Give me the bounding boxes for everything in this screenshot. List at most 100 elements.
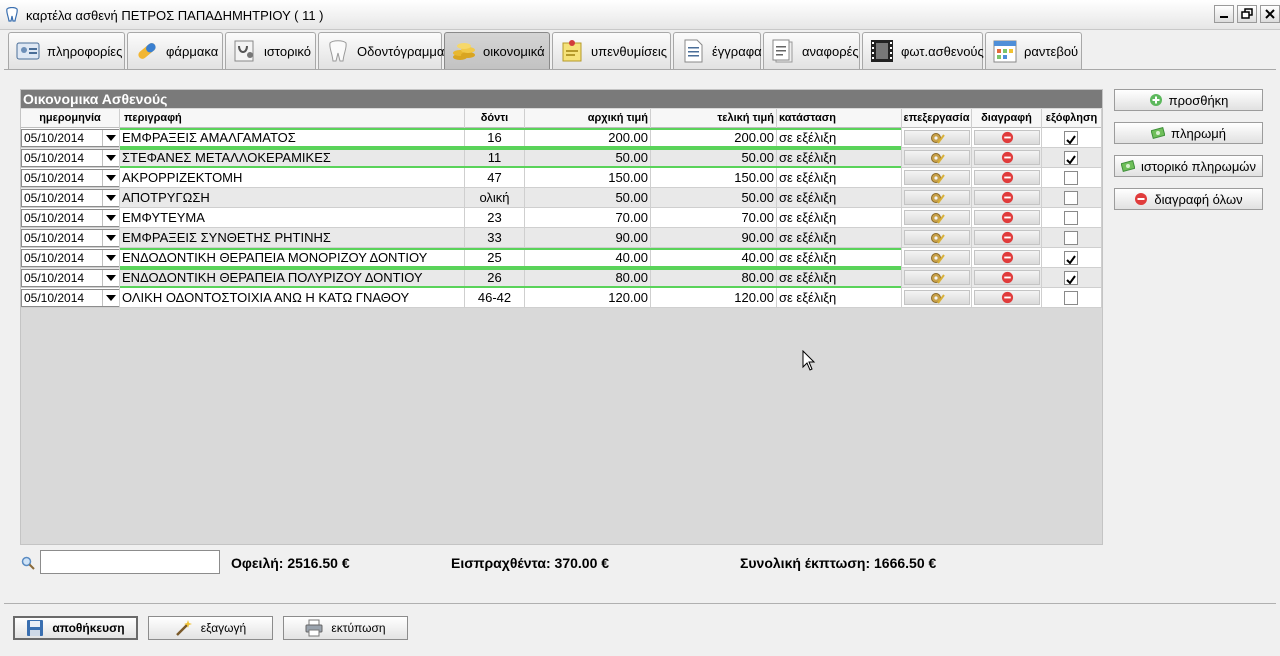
tab-medications[interactable]: φάρμακα [127,32,223,69]
tab-history[interactable]: ιστορικό [225,32,316,69]
close-button[interactable] [1260,5,1280,23]
add-button[interactable]: προσθήκη [1114,89,1263,111]
date-dropdown-button[interactable] [102,250,119,266]
col-description-header[interactable]: περιγραφή [120,109,465,128]
tab-appointments-label: ραντεβού [1024,43,1079,59]
date-dropdown-button[interactable] [102,170,119,186]
table-row[interactable]: 05/10/2014 ΕΜΦΡΑΞΕΙΣ ΣΥΝΘΕΤΗΣ ΡΗΤΙΝΗΣ 33 90… [21,228,1102,248]
paid-checkbox[interactable] [1064,191,1078,205]
edit-button[interactable] [904,150,970,165]
date-dropdown-button[interactable] [102,270,119,286]
date-dropdown-button[interactable] [102,230,119,246]
date-picker[interactable]: 05/10/2014 [21,189,119,207]
edit-button[interactable] [904,250,970,265]
table-row[interactable]: 05/10/2014 ΕΜΦΡΑΞΕΙΣ ΑΜΑΛΓΑΜΑΤΟΣ 16 200.00 2… [21,128,1102,148]
date-dropdown-button[interactable] [102,290,119,306]
edit-button[interactable] [904,230,970,245]
tab-financial[interactable]: οικονομικά [444,32,550,69]
col-paid-header[interactable]: εξόφληση [1042,109,1102,128]
paid-checkbox[interactable] [1064,131,1078,145]
edit-button[interactable] [904,130,970,145]
print-button-label: εκτύπωση [331,621,386,635]
tab-reminders[interactable]: υπενθυμίσεις [552,32,671,69]
export-button[interactable]: εξαγωγή [148,616,273,640]
table-row[interactable]: 05/10/2014 ΕΝΔΟΔΟΝΤΙΚΗ ΘΕΡΑΠΕΙΑ ΠΟΛΥΡΙΖΟΥ… [21,268,1102,288]
restore-button[interactable] [1237,5,1257,23]
col-date-header[interactable]: ημερομηνία [21,109,120,128]
date-dropdown-button[interactable] [102,210,119,226]
paid-checkbox[interactable] [1064,291,1078,305]
paid-cell [1042,228,1102,248]
date-picker[interactable]: 05/10/2014 [21,169,119,187]
minimize-button[interactable] [1214,5,1234,23]
table-row[interactable]: 05/10/2014 ΕΝΔΟΔΟΝΤΙΚΗ ΘΕΡΑΠΕΙΑ ΜΟΝΟΡΙΖΟΥ… [21,248,1102,268]
date-picker[interactable]: 05/10/2014 [21,269,119,287]
note-pin-icon [562,40,582,62]
date-picker[interactable]: 05/10/2014 [21,229,119,247]
delete-row-button[interactable] [974,150,1040,165]
tab-appointments[interactable]: ραντεβού [985,32,1082,69]
initial-price-cell: 90.00 [525,228,651,248]
delete-row-button[interactable] [974,250,1040,265]
tab-patient-photos[interactable]: φωτ.ασθενούς [862,32,984,69]
tab-odontogram[interactable]: Οδοντόγραμμα [318,32,444,69]
delete-row-button[interactable] [974,170,1040,185]
initial-price-cell: 50.00 [525,188,651,208]
paid-checkbox[interactable] [1064,171,1078,185]
col-status-header[interactable]: κατάσταση [777,109,902,128]
edit-button[interactable] [904,290,970,305]
date-picker[interactable]: 05/10/2014 [21,129,119,147]
table-row[interactable]: 05/10/2014 ΟΛΙΚΗ ΟΔΟΝΤΟΣΤΟΙΧΙΑ ΑΝΩ Η ΚΑΤΩ… [21,288,1102,308]
col-initial-price-header[interactable]: αρχική τιμή [525,109,651,128]
description-cell: ΕΜΦΡΑΞΕΙΣ ΣΥΝΘΕΤΗΣ ΡΗΤΙΝΗΣ [120,228,465,248]
col-edit-header[interactable]: επεξεργασία [902,109,972,128]
tab-reports[interactable]: αναφορές [763,32,860,69]
print-button[interactable]: εκτύπωση [283,616,408,640]
table-row[interactable]: 05/10/2014 ΣΤΕΦΑΝΕΣ ΜΕΤΑΛΛΟΚΕΡΑΜΙΚΕΣ 11 50.… [21,148,1102,168]
paid-checkbox[interactable] [1064,231,1078,245]
paid-highlight-line [120,248,901,250]
date-dropdown-button[interactable] [102,150,119,166]
tab-info[interactable]: πληροφορίες [8,32,125,69]
delete-row-button[interactable] [974,270,1040,285]
table-row[interactable]: 05/10/2014 ΑΚΡΟΡΡΙΖΕΚΤΟΜΗ 47 150.00 150.00 σε… [21,168,1102,188]
delete-row-button[interactable] [974,210,1040,225]
paid-checkbox[interactable] [1064,151,1078,165]
date-picker[interactable]: 05/10/2014 [21,249,119,267]
edit-button[interactable] [904,270,970,285]
tab-documents[interactable]: έγγραφα [673,32,762,69]
date-dropdown-button[interactable] [102,130,119,146]
paid-checkbox[interactable] [1064,271,1078,285]
paid-checkbox[interactable] [1064,251,1078,265]
search-input[interactable] [40,550,220,574]
delete-row-button[interactable] [974,190,1040,205]
col-delete-header[interactable]: διαγραφή [972,109,1042,128]
date-picker[interactable]: 05/10/2014 [21,209,119,227]
delete-row-button[interactable] [974,130,1040,145]
delete-all-button[interactable]: διαγραφή όλων [1114,188,1263,210]
gear-pencil-icon [931,232,945,244]
payment-button[interactable]: πληρωμή [1114,122,1263,144]
delete-cell [972,268,1042,288]
gear-pencil-icon [931,292,945,304]
edit-button[interactable] [904,210,970,225]
delete-row-button[interactable] [974,290,1040,305]
edit-button[interactable] [904,170,970,185]
final-price-cell: 50.00 [651,188,777,208]
initial-price-cell: 50.00 [525,148,651,168]
pill-icon [138,43,156,59]
table-row[interactable]: 05/10/2014 ΕΜΦΥΤΕΥΜΑ 23 70.00 70.00 σε εξέλιξ… [21,208,1102,228]
table-row[interactable]: 05/10/2014 ΑΠΟΤΡΥΓΩΣΗ ολική 50.00 50.00 σε εξ… [21,188,1102,208]
edit-button[interactable] [904,190,970,205]
delete-row-button[interactable] [974,230,1040,245]
date-dropdown-button[interactable] [102,190,119,206]
paid-checkbox[interactable] [1064,211,1078,225]
date-picker[interactable]: 05/10/2014 [21,289,119,307]
date-picker[interactable]: 05/10/2014 [21,149,119,167]
col-final-price-header[interactable]: τελική τιμή [651,109,777,128]
col-tooth-header[interactable]: δόντι [465,109,525,128]
initial-price-cell: 40.00 [525,248,651,268]
grid-header: ημερομηνία περιγραφή δόντι αρχική τιμή τ… [21,109,1102,128]
payment-history-button[interactable]: ιστορικό πληρωμών [1114,155,1263,177]
save-button[interactable]: αποθήκευση [13,616,138,640]
